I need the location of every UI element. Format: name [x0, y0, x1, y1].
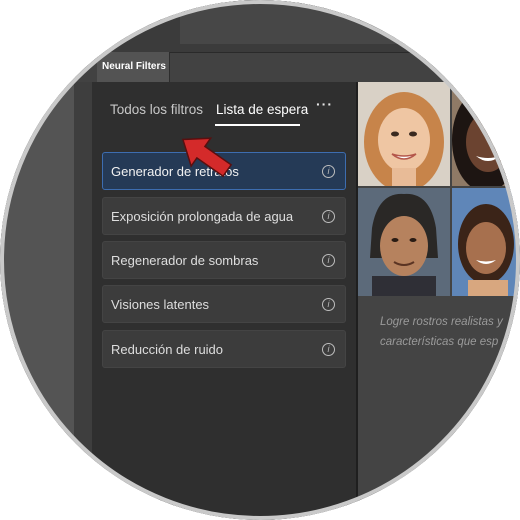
portrait-thumbnail	[358, 82, 450, 186]
red-pointer-arrow-icon	[181, 137, 233, 178]
tab-todos-los-filtros[interactable]: Todos los filtros	[110, 102, 203, 117]
filter-item-exposicion-prolongada-de-agua[interactable]: Exposición prolongada de agua i	[102, 197, 346, 235]
info-icon[interactable]: i	[322, 165, 335, 178]
portrait-thumbnail	[452, 188, 520, 296]
document-tab-neural-filters[interactable]: Neural Filters	[97, 52, 170, 82]
info-icon[interactable]: i	[322, 298, 335, 311]
portrait-thumbnail	[358, 188, 450, 296]
tab-lista-de-espera[interactable]: Lista de espera	[216, 102, 308, 117]
filter-item-regenerador-de-sombras[interactable]: Regenerador de sombras i	[102, 241, 346, 279]
info-icon[interactable]: i	[322, 343, 335, 356]
filter-label: Exposición prolongada de agua	[111, 209, 294, 224]
document-tab-bar	[0, 52, 520, 82]
info-icon[interactable]: i	[322, 254, 335, 267]
app-titlebar	[0, 0, 520, 52]
more-options-icon[interactable]: ···	[316, 96, 333, 112]
screenshot-viewport: Neural Filters Todos los filtros Lista d…	[0, 0, 520, 520]
canvas-area	[0, 82, 74, 520]
portrait-thumbnail	[452, 82, 520, 186]
info-icon[interactable]: i	[322, 210, 335, 223]
filter-description: Logre rostros realistas y característica…	[380, 312, 520, 352]
filter-item-visiones-latentes[interactable]: Visiones latentes i	[102, 285, 346, 323]
panel-gutter	[74, 82, 92, 520]
description-line: Logre rostros realistas y	[380, 316, 503, 328]
filter-label: Visiones latentes	[111, 297, 210, 312]
filter-label: Regenerador de sombras	[111, 253, 259, 268]
filter-label: Reducción de ruido	[111, 342, 224, 357]
description-line: características que esp	[380, 336, 499, 348]
filter-item-reduccion-de-ruido[interactable]: Reducción de ruido i	[102, 330, 346, 368]
